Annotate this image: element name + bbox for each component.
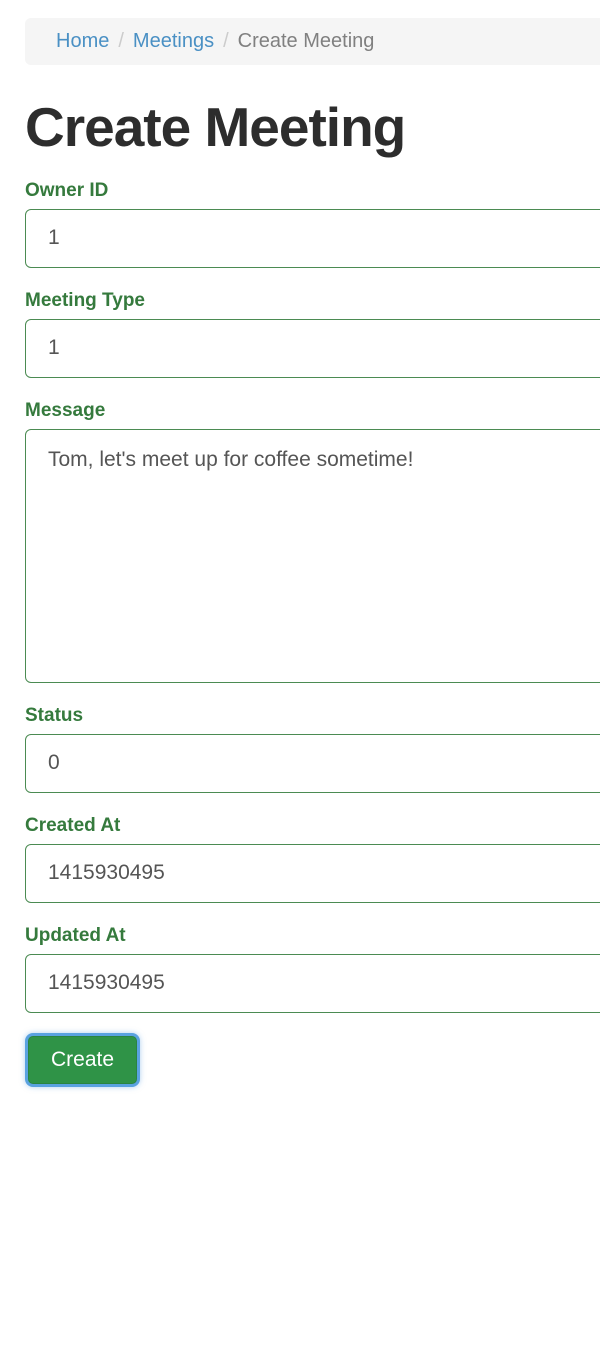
page-container: Home / Meetings / Create Meeting Create Meet…: [0, 18, 600, 1084]
status-input[interactable]: [25, 733, 600, 793]
label-created-at: Created At: [25, 814, 121, 836]
field-status: Status: [25, 706, 600, 793]
owner-id-input[interactable]: [25, 208, 600, 268]
breadcrumb-separator: /: [118, 30, 124, 52]
message-textarea[interactable]: Tom, let's meet up for coffee sometime!: [25, 428, 600, 683]
field-created-at: Created At: [25, 816, 600, 903]
meeting-type-input[interactable]: [25, 318, 600, 378]
field-message: Message Tom, let's meet up for coffee so…: [25, 401, 600, 683]
label-owner-id: Owner ID: [25, 179, 109, 201]
breadcrumb-item-home[interactable]: Home: [56, 30, 109, 52]
breadcrumb: Home / Meetings / Create Meeting: [25, 18, 600, 65]
label-message: Message: [25, 399, 106, 421]
create-button[interactable]: Create: [28, 1035, 138, 1084]
create-meeting-form: Owner ID Meeting Type Message Tom, let's…: [0, 181, 600, 1084]
breadcrumb-item-create-meeting: Create Meeting: [237, 30, 375, 52]
field-owner-id: Owner ID: [25, 181, 600, 268]
label-updated-at: Updated At: [25, 924, 126, 946]
updated-at-input[interactable]: [25, 953, 600, 1013]
breadcrumb-item-meetings[interactable]: Meetings: [133, 30, 214, 52]
breadcrumb-separator: /: [223, 30, 229, 52]
page-title: Create Meeting: [25, 96, 406, 158]
form-actions: Create: [28, 1035, 600, 1084]
field-meeting-type: Meeting Type: [25, 291, 600, 378]
created-at-input[interactable]: [25, 843, 600, 903]
label-meeting-type: Meeting Type: [25, 289, 145, 311]
field-updated-at: Updated At: [25, 926, 600, 1013]
label-status: Status: [25, 704, 84, 726]
